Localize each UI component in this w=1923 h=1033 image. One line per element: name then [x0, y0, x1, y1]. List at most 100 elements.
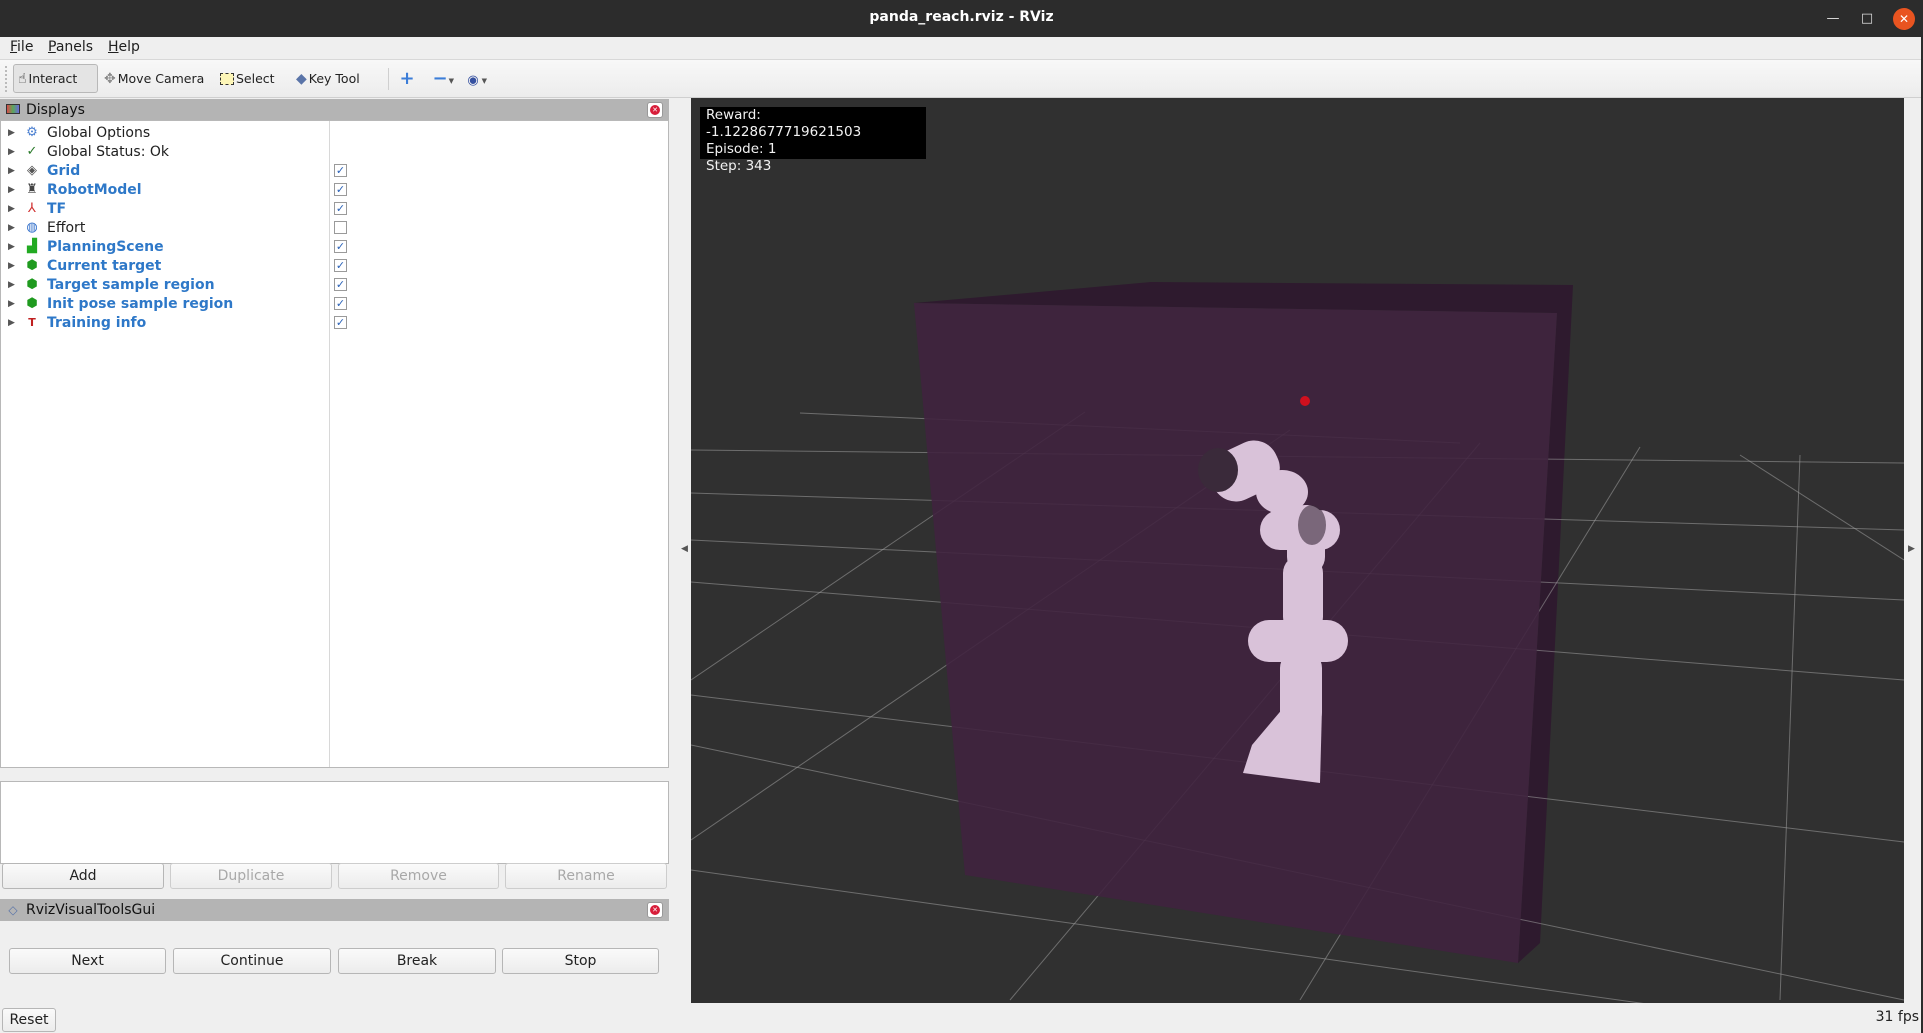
display-item[interactable]: ▶ ♜ RobotModel ✓ — [1, 180, 668, 199]
display-enable-checkbox[interactable]: ✓ — [334, 164, 347, 177]
tool-key-tool[interactable]: ◆ Key Tool — [292, 64, 364, 93]
visual-tools-panel-title: RvizVisualToolsGui — [26, 902, 156, 918]
display-enable-checkbox[interactable]: ✓ — [334, 297, 347, 310]
gear-icon: ⚙ — [26, 125, 38, 140]
minimize-button[interactable]: — — [1822, 8, 1844, 30]
display-item[interactable]: ▶ ◍ Effort — [1, 218, 668, 237]
expand-arrow-icon[interactable]: ▶ — [8, 128, 15, 138]
remove-tool-button[interactable]: − ▼ — [428, 67, 454, 91]
tool-select[interactable]: Select — [216, 64, 279, 93]
marker-cube-icon: ⬢ — [26, 258, 38, 273]
grid-icon: ◈ — [27, 163, 37, 178]
visual-tools-panel-close-button[interactable]: ✕ — [647, 902, 663, 918]
tool-interact[interactable]: ☝ Interact — [13, 64, 98, 93]
display-enable-checkbox[interactable]: ✓ — [334, 202, 347, 215]
displays-panel-close-button[interactable]: ✕ — [647, 102, 663, 118]
left-dock-splitter[interactable]: ◀ — [669, 98, 691, 1003]
dropdown-arrow-icon: ▼ — [481, 77, 487, 85]
add-tool-button[interactable]: + — [395, 67, 419, 91]
display-enable-checkbox[interactable]: ✓ — [334, 316, 347, 329]
key-tool-icon: ◆ — [296, 70, 307, 87]
monitor-icon — [4, 102, 22, 118]
rename-display-button[interactable]: Rename — [505, 863, 667, 889]
menu-help-accel: H — [108, 39, 119, 55]
display-enable-checkbox[interactable]: ✓ — [334, 278, 347, 291]
display-description-box — [0, 781, 669, 864]
display-item-label: Init pose sample region — [47, 295, 234, 312]
display-item[interactable]: ▶ ⚙ Global Options — [1, 123, 668, 142]
robot-model-icon: ♜ — [26, 182, 38, 197]
overlay-step: Step: 343 — [706, 158, 772, 174]
display-enable-checkbox[interactable] — [334, 221, 347, 234]
tool-move-camera[interactable]: ✥ Move Camera — [100, 64, 208, 93]
effort-icon: ◍ — [26, 220, 38, 235]
close-icon: ✕ — [650, 905, 660, 915]
window-title: panda_reach.rviz - RViz — [869, 9, 1054, 25]
display-enable-checkbox[interactable]: ✓ — [334, 183, 347, 196]
stop-button[interactable]: Stop — [502, 948, 659, 974]
display-item-label: Grid — [47, 162, 81, 179]
expand-arrow-icon[interactable]: ▶ — [8, 242, 15, 252]
menu-file[interactable]: File — [10, 39, 33, 55]
maximize-button[interactable]: □ — [1856, 8, 1878, 30]
fps-counter: 31 fps — [1875, 1009, 1919, 1025]
menu-help[interactable]: Help — [108, 39, 140, 55]
display-item-label: Training info — [47, 314, 147, 331]
3d-viewport[interactable]: Reward: -1.1228677719621503 Episode: 1 S… — [691, 98, 1904, 1003]
expand-arrow-icon[interactable]: ▶ — [8, 204, 15, 214]
display-item-label: PlanningScene — [47, 238, 164, 255]
display-item[interactable]: ▶ ✓ Global Status: Ok — [1, 142, 668, 161]
grid-line — [1739, 454, 1904, 561]
expand-arrow-icon[interactable]: ▶ — [8, 318, 15, 328]
expand-arrow-icon[interactable]: ▶ — [8, 299, 15, 309]
menu-panels[interactable]: Panels — [48, 39, 93, 55]
collapse-left-arrow-icon[interactable]: ◀ — [681, 544, 688, 554]
break-button[interactable]: Break — [338, 948, 496, 974]
toolbar-separator — [388, 68, 389, 90]
expand-arrow-icon[interactable]: ▶ — [8, 261, 15, 271]
close-icon: ✕ — [650, 105, 660, 115]
next-button[interactable]: Next — [9, 948, 166, 974]
menu-panels-accel: P — [48, 39, 56, 55]
expand-arrow-icon[interactable]: ▶ — [8, 185, 15, 195]
status-bar: Reset 31 fps — [0, 1003, 1921, 1033]
continue-button[interactable]: Continue — [173, 948, 331, 974]
hand-icon: ☝ — [18, 70, 27, 87]
remove-display-button[interactable]: Remove — [338, 863, 499, 889]
expand-right-arrow-icon[interactable]: ▶ — [1908, 544, 1915, 554]
displays-panel-title: Displays — [26, 102, 85, 118]
display-item[interactable]: ▶ ⬢ Current target ✓ — [1, 256, 668, 275]
display-item[interactable]: ▶ ⬢ Init pose sample region ✓ — [1, 294, 668, 313]
display-enable-checkbox[interactable]: ✓ — [334, 259, 347, 272]
expand-arrow-icon[interactable]: ▶ — [8, 280, 15, 290]
display-item[interactable]: ▶ ▟ PlanningScene ✓ — [1, 237, 668, 256]
view-button[interactable]: ◉ ▼ — [461, 67, 487, 91]
expand-arrow-icon[interactable]: ▶ — [8, 166, 15, 176]
display-item-label: Current target — [47, 257, 162, 274]
add-display-button[interactable]: Add — [2, 863, 164, 889]
tool-select-label: Select — [236, 71, 275, 86]
overlay-text-icon: T — [28, 316, 36, 329]
marker-cube-icon: ⬢ — [26, 296, 38, 311]
display-item[interactable]: ▶ ◈ Grid ✓ — [1, 161, 668, 180]
expand-arrow-icon[interactable]: ▶ — [8, 147, 15, 157]
tool-key-tool-label: Key Tool — [308, 71, 360, 86]
menu-panels-label: anels — [55, 39, 94, 55]
check-icon: ✓ — [26, 144, 38, 159]
move-camera-icon: ✥ — [104, 70, 116, 87]
toolbar-grip[interactable] — [5, 66, 9, 92]
rviz-window: File Panels Help ☝ Interact ✥ Move Camer… — [0, 37, 1921, 1033]
display-item[interactable]: ▶ ⬢ Target sample region ✓ — [1, 275, 668, 294]
grid-line — [1779, 454, 1801, 1001]
overlay-reward: Reward: -1.1228677719621503 — [706, 107, 862, 140]
target-marker — [1300, 396, 1310, 406]
display-item[interactable]: ▶ ⅄ TF ✓ — [1, 199, 668, 218]
expand-arrow-icon[interactable]: ▶ — [8, 223, 15, 233]
close-icon: ✕ — [1898, 12, 1910, 26]
reset-button[interactable]: Reset — [2, 1008, 56, 1032]
duplicate-display-button[interactable]: Duplicate — [170, 863, 332, 889]
close-button[interactable]: ✕ — [1893, 8, 1915, 30]
display-enable-checkbox[interactable]: ✓ — [334, 240, 347, 253]
right-dock-splitter[interactable]: ▶ — [1904, 98, 1921, 1003]
display-item[interactable]: ▶ T Training info ✓ — [1, 313, 668, 332]
